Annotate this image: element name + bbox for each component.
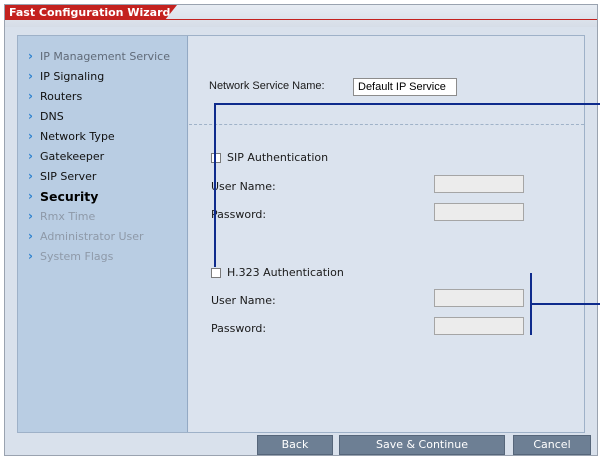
window-title: Fast Configuration Wizard [5,5,177,20]
network-service-name-field[interactable]: Default IP Service [353,78,457,96]
sip-user-name-field[interactable] [434,175,524,193]
wizard-body: › IP Management Service › IP Signaling ›… [17,35,585,433]
sip-password-field[interactable] [434,203,524,221]
sidebar-item-administrator-user: › Administrator User [18,226,187,246]
chevron-right-icon: › [28,249,33,263]
sidebar-item-label: Routers [40,89,83,103]
chevron-right-icon: › [28,149,33,163]
callout-bracket-horizontal [530,303,600,305]
callout-line-horizontal [214,103,600,105]
sidebar-item-label: Network Type [40,129,115,143]
chevron-right-icon: › [28,49,33,63]
sidebar-item-label: Security [40,188,99,204]
title-bar: Fast Configuration Wizard [5,5,597,27]
cancel-button[interactable]: Cancel [513,435,591,455]
sidebar-item-gatekeeper[interactable]: › Gatekeeper [18,146,187,166]
chevron-right-icon: › [28,209,33,223]
sidebar-item-label: Gatekeeper [40,149,105,163]
sip-authentication-label: SIP Authentication [227,151,329,164]
sidebar-item-label: IP Signaling [40,69,105,83]
sidebar-item-label: IP Management Service [40,49,170,63]
sip-user-name-label: User Name: [211,180,276,193]
wizard-steps-sidebar: › IP Management Service › IP Signaling ›… [18,36,188,432]
chevron-right-icon: › [28,129,33,143]
callout-line-vertical [214,103,216,267]
save-continue-button[interactable]: Save & Continue [339,435,505,455]
sip-password-label: Password: [211,208,267,221]
sidebar-item-label: DNS [40,109,64,123]
sidebar-item-dns[interactable]: › DNS [18,106,187,126]
h323-user-name-field[interactable] [434,289,524,307]
back-button[interactable]: Back [257,435,333,455]
sidebar-item-label: System Flags [40,249,114,263]
sidebar-item-ip-management-service[interactable]: › IP Management Service [18,46,187,66]
h323-password-field[interactable] [434,317,524,335]
h323-user-name-label: User Name: [211,294,276,307]
sidebar-item-network-type[interactable]: › Network Type [18,126,187,146]
title-underline [165,19,597,20]
sip-authentication-row: SIP Authentication [211,151,328,164]
sidebar-item-label: SIP Server [40,169,97,183]
chevron-right-icon: › [28,89,33,103]
sip-authentication-checkbox[interactable] [211,152,221,163]
chevron-right-icon: › [28,169,33,183]
h323-password-label: Password: [211,322,267,335]
sidebar-item-label: Administrator User [40,229,144,243]
sidebar-item-ip-signaling[interactable]: › IP Signaling [18,66,187,86]
sidebar-item-sip-server[interactable]: › SIP Server [18,166,187,186]
sidebar-item-security[interactable]: › Security [18,186,187,206]
wizard-footer: Back Save & Continue Cancel [5,435,597,455]
sidebar-item-system-flags: › System Flags [18,246,187,266]
h323-authentication-label: H.323 Authentication [227,266,344,279]
chevron-right-icon: › [28,189,33,203]
chevron-right-icon: › [28,69,33,83]
wizard-window: Fast Configuration Wizard › IP Managemen… [4,4,598,456]
network-service-name-label: Network Service Name: [209,80,325,92]
sidebar-item-rmx-time: › Rmx Time [18,206,187,226]
chevron-right-icon: › [28,229,33,243]
h323-authentication-row: H.323 Authentication [211,266,344,279]
section-divider [189,124,584,125]
sidebar-item-routers[interactable]: › Routers [18,86,187,106]
chevron-right-icon: › [28,109,33,123]
security-settings-panel: Network Service Name: Default IP Service… [189,36,584,432]
h323-authentication-checkbox[interactable] [211,267,221,278]
sidebar-item-label: Rmx Time [40,209,96,223]
